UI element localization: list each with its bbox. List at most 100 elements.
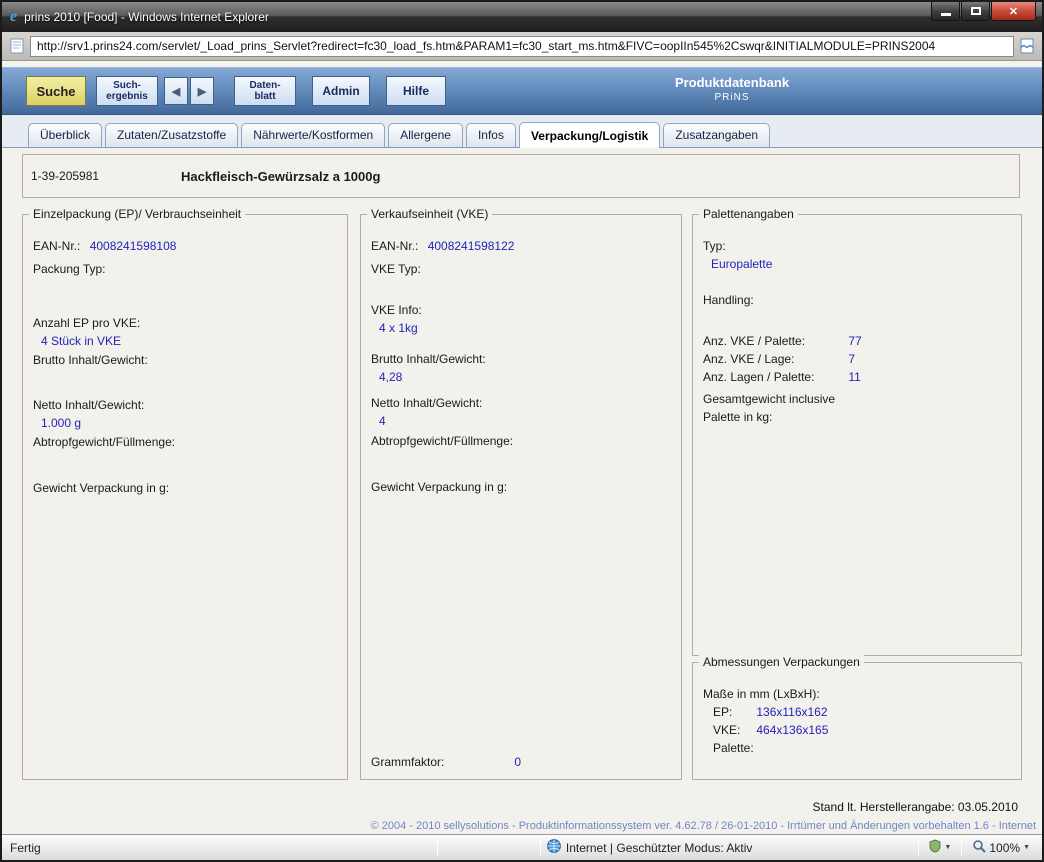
tab-naehrwerte-kostformen[interactable]: Nährwerte/Kostformen bbox=[241, 123, 385, 147]
suche-button[interactable]: Suche bbox=[26, 76, 86, 106]
statusbar-separator bbox=[540, 840, 541, 856]
palette-vke-palette-row: Anz. VKE / Palette: 77 bbox=[703, 332, 1011, 350]
abmessungen-ep-value: 136x116x162 bbox=[756, 705, 827, 719]
chevron-down-icon: ▼ bbox=[1023, 844, 1030, 851]
statusbar-separator bbox=[437, 840, 438, 856]
compatibility-view-icon[interactable] bbox=[1020, 38, 1034, 54]
suchergebnis-button[interactable]: Such- ergebnis bbox=[96, 76, 158, 106]
ep-brutto-label: Brutto Inhalt/Gewicht: bbox=[33, 351, 337, 369]
window-controls: ✕ bbox=[930, 2, 1036, 21]
copyright-text: © 2004 - 2010 sellysolutions - Produktin… bbox=[2, 820, 1036, 832]
status-text: Fertig bbox=[10, 841, 41, 855]
brand: Produktdatenbank PRiNS bbox=[657, 75, 807, 103]
palette-vke-palette-label: Anz. VKE / Palette: bbox=[703, 332, 845, 350]
product-name: Hackfleisch-Gewürzsalz a 1000g bbox=[181, 169, 380, 184]
address-bar bbox=[2, 32, 1042, 61]
palette-lagen-palette-value: 11 bbox=[848, 370, 860, 384]
safety-menu-button[interactable]: ▼ bbox=[925, 838, 955, 857]
maximize-icon bbox=[971, 7, 981, 15]
vke-section: Verkaufseinheit (VKE) EAN-Nr.: 400824159… bbox=[360, 214, 682, 780]
hilfe-button[interactable]: Hilfe bbox=[386, 76, 446, 106]
vke-abtropf-label: Abtropfgewicht/Füllmenge: bbox=[371, 432, 671, 450]
page-icon bbox=[10, 38, 24, 54]
palette-vke-lage-row: Anz. VKE / Lage: 7 bbox=[703, 350, 1011, 368]
abmessungen-masse-label: Maße in mm (LxBxH): bbox=[703, 685, 1011, 703]
title-bar: e prins 2010 [Food] - Windows Internet E… bbox=[2, 2, 1042, 32]
globe-icon bbox=[547, 839, 561, 856]
minimize-button[interactable] bbox=[931, 2, 960, 21]
brand-title: Produktdatenbank bbox=[657, 75, 807, 90]
forward-arrow-icon: ▶ bbox=[198, 85, 206, 98]
palette-lagen-palette-label: Anz. Lagen / Palette: bbox=[703, 368, 845, 386]
tab-infos[interactable]: Infos bbox=[466, 123, 516, 147]
abmessungen-ep-row: EP: 136x116x162 bbox=[703, 703, 1011, 721]
browser-window: e prins 2010 [Food] - Windows Internet E… bbox=[0, 0, 1044, 862]
suchergebnis-label-line1: Such- bbox=[113, 80, 141, 91]
security-zone-text: Internet | Geschützter Modus: Aktiv bbox=[566, 841, 753, 855]
back-arrow-icon: ◀ bbox=[172, 85, 180, 98]
vke-gewicht-label: Gewicht Verpackung in g: bbox=[371, 478, 671, 496]
ep-anzahl-value: 4 Stück in VKE bbox=[33, 332, 337, 350]
ep-section: Einzelpackung (EP)/ Verbrauchseinheit EA… bbox=[22, 214, 348, 780]
datenblatt-label-line2: blatt bbox=[254, 91, 275, 102]
close-button[interactable]: ✕ bbox=[991, 2, 1036, 21]
abmessungen-section: Abmessungen Verpackungen Maße in mm (LxB… bbox=[692, 662, 1022, 780]
vke-netto-value: 4 bbox=[371, 412, 671, 430]
ep-ean-value: 4008241598108 bbox=[90, 239, 177, 253]
statusbar-separator bbox=[918, 840, 919, 856]
palette-handling-label: Handling: bbox=[703, 291, 1011, 309]
ie-icon: e bbox=[10, 9, 17, 25]
statusbar-separator bbox=[961, 840, 962, 856]
magnifier-icon bbox=[972, 839, 986, 856]
tab-strip: Überblick Zutaten/Zusatzstoffe Nährwerte… bbox=[2, 115, 1042, 148]
tab-zusatzangaben[interactable]: Zusatzangaben bbox=[663, 123, 770, 147]
address-input[interactable] bbox=[30, 36, 1014, 57]
forward-button[interactable]: ▶ bbox=[190, 77, 214, 105]
tab-verpackung-logistik[interactable]: Verpackung/Logistik bbox=[519, 122, 660, 148]
ep-abtropf-label: Abtropfgewicht/Füllmenge: bbox=[33, 433, 337, 451]
vke-brutto-label: Brutto Inhalt/Gewicht: bbox=[371, 350, 671, 368]
tab-zutaten-zusatzstoffe[interactable]: Zutaten/Zusatzstoffe bbox=[105, 123, 238, 147]
product-header: 1-39-205981 Hackfleisch-Gewürzsalz a 100… bbox=[22, 154, 1020, 198]
palette-vke-lage-value: 7 bbox=[848, 352, 855, 366]
status-bar: Fertig Internet | Geschützter Modus: Akt… bbox=[2, 834, 1042, 860]
palette-vke-palette-value: 77 bbox=[848, 334, 861, 348]
abmessungen-palette-row: Palette: bbox=[703, 739, 1011, 757]
ep-ean-label: EAN-Nr.: bbox=[33, 239, 80, 253]
abmessungen-section-title: Abmessungen Verpackungen bbox=[699, 655, 864, 669]
palette-lagen-palette-row: Anz. Lagen / Palette: 11 bbox=[703, 368, 1011, 386]
vke-grammfaktor-label: Grammfaktor: bbox=[371, 755, 511, 769]
datenblatt-button[interactable]: Daten- blatt bbox=[234, 76, 296, 106]
ep-section-title: Einzelpackung (EP)/ Verbrauchseinheit bbox=[29, 207, 245, 221]
suchergebnis-label-line2: ergebnis bbox=[106, 91, 148, 102]
tab-allergene[interactable]: Allergene bbox=[388, 123, 463, 147]
zoom-level: 100% bbox=[989, 841, 1020, 855]
back-button[interactable]: ◀ bbox=[164, 77, 188, 105]
tab-ueberblick[interactable]: Überblick bbox=[28, 123, 102, 147]
palette-typ-value: Europalette bbox=[703, 255, 1011, 273]
security-zone: Internet | Geschützter Modus: Aktiv bbox=[547, 839, 753, 856]
app-toolbar: Suche Such- ergebnis ◀ ▶ Daten- blatt Ad… bbox=[2, 67, 1042, 115]
window-title: prins 2010 [Food] - Windows Internet Exp… bbox=[24, 10, 269, 24]
ep-anzahl-label: Anzahl EP pro VKE: bbox=[33, 314, 337, 332]
palette-section-title: Palettenangaben bbox=[699, 207, 798, 221]
vke-ean-value: 4008241598122 bbox=[428, 239, 515, 253]
ep-gewicht-label: Gewicht Verpackung in g: bbox=[33, 479, 337, 497]
vke-brutto-value: 4,28 bbox=[371, 368, 671, 386]
abmessungen-vke-value: 464x136x165 bbox=[756, 723, 828, 737]
vke-ean-row: EAN-Nr.: 4008241598122 bbox=[371, 237, 671, 255]
vke-typ-label: VKE Typ: bbox=[371, 260, 671, 278]
ep-ean-row: EAN-Nr.: 4008241598108 bbox=[33, 237, 337, 255]
maximize-button[interactable] bbox=[961, 2, 990, 21]
vke-grammfaktor-value: 0 bbox=[514, 755, 521, 769]
vke-section-title: Verkaufseinheit (VKE) bbox=[367, 207, 492, 221]
close-icon: ✕ bbox=[1009, 5, 1018, 18]
palette-typ-label: Typ: bbox=[703, 237, 1011, 255]
shield-icon bbox=[929, 839, 941, 856]
admin-button[interactable]: Admin bbox=[312, 76, 370, 106]
zoom-control[interactable]: 100% ▼ bbox=[968, 838, 1034, 857]
palette-section: Palettenangaben Typ: Europalette Handlin… bbox=[692, 214, 1022, 656]
ep-netto-value: 1.000 g bbox=[33, 414, 337, 432]
vke-ean-label: EAN-Nr.: bbox=[371, 239, 418, 253]
abmessungen-vke-row: VKE: 464x136x165 bbox=[703, 721, 1011, 739]
